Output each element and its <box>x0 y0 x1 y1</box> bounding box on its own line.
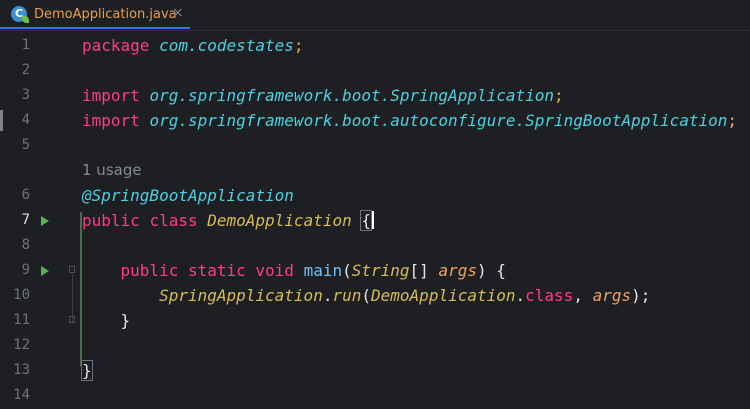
code-line[interactable]: import org.springframework.boot.autoconf… <box>82 108 737 133</box>
code-token: ; <box>727 111 738 130</box>
code-token: . <box>515 286 526 305</box>
spring-class-icon: C <box>11 6 29 23</box>
code-token: public <box>82 261 188 280</box>
code-token: [] <box>409 261 439 280</box>
code-editor[interactable]: 1 usage 1 package com.codestates; 2 3 import … <box>0 31 750 409</box>
tab-filename: DemoApplication.java <box>34 7 177 22</box>
code-token: { <box>360 210 372 231</box>
gutter-line: 12 <box>0 333 70 358</box>
gutter-line: 2 <box>0 58 70 83</box>
code-token: @SpringBootApplication <box>82 186 294 205</box>
code-token: package <box>82 36 160 55</box>
code-token: import <box>82 111 150 130</box>
gutter-line: 9 <box>0 258 75 283</box>
usage-inlay-hint[interactable]: 1 usage <box>82 158 142 183</box>
code-line[interactable]: import org.springframework.boot.SpringAp… <box>82 83 564 108</box>
code-token: ( <box>361 286 372 305</box>
gutter-line: 7 <box>0 208 70 233</box>
code-token: String <box>351 261 410 280</box>
code-token: class <box>149 211 208 230</box>
line-number: 3 <box>21 87 30 103</box>
code-token: args <box>438 261 477 280</box>
gutter-line: 10 <box>0 283 70 308</box>
gutter-line: 1 <box>0 33 70 58</box>
code-token: class <box>525 286 574 305</box>
gutter-line: 3 <box>0 83 70 108</box>
line-number: 6 <box>21 187 30 203</box>
line-number: 10 <box>13 287 30 303</box>
code-token: run <box>332 286 362 305</box>
tab-demo-application[interactable]: C DemoApplication.java × <box>0 0 190 29</box>
code-token: DemoApplication <box>207 211 362 230</box>
code-token: main <box>303 261 343 280</box>
code-token: , <box>573 286 593 305</box>
code-token: org.springframework.boot.SpringApplicati… <box>149 86 555 105</box>
line-number: 1 <box>21 37 30 53</box>
text-caret <box>372 211 374 229</box>
code-token: ( <box>342 261 352 280</box>
code-token: ); <box>631 286 651 305</box>
code-line[interactable]: package com.codestates; <box>82 33 304 58</box>
line-number: 4 <box>21 112 30 128</box>
code-token: ; <box>293 36 304 55</box>
code-token: import <box>82 86 150 105</box>
line-number: 5 <box>21 137 30 153</box>
gutter-line: 6 <box>0 183 70 208</box>
gutter-line: 13 <box>0 358 70 383</box>
line-number: 2 <box>21 62 30 78</box>
gutter-line: 8 <box>0 233 70 258</box>
code-token: ; <box>554 86 564 105</box>
line-number: 9 <box>21 262 30 278</box>
gutter-line: 11 <box>0 308 75 333</box>
fold-icon[interactable] <box>69 266 75 273</box>
gutter-line: 5 <box>0 133 70 158</box>
line-number: 13 <box>13 362 30 378</box>
code-line[interactable]: @SpringBootApplication <box>82 183 294 208</box>
spring-leaf-icon <box>22 16 29 23</box>
code-token: DemoApplication <box>371 286 516 305</box>
code-token: static <box>187 261 256 280</box>
code-token: args <box>592 286 632 305</box>
gutter-line: 14 <box>0 383 70 408</box>
gutter-line: 4 <box>0 108 70 133</box>
editor-tab-bar: C DemoApplication.java × <box>0 0 750 31</box>
close-icon[interactable]: × <box>172 5 184 21</box>
line-number: 7 <box>21 212 30 228</box>
code-line[interactable]: } <box>81 358 93 383</box>
fold-icon[interactable] <box>69 316 75 323</box>
run-icon[interactable] <box>41 216 49 226</box>
code-token: } <box>81 360 93 381</box>
line-number: 14 <box>13 387 30 403</box>
code-token: public <box>82 211 150 230</box>
code-line[interactable]: SpringApplication.run(DemoApplication.cl… <box>82 283 650 308</box>
code-token: org.springframework.boot.autoconfigure.S… <box>149 111 728 130</box>
code-line[interactable]: } <box>82 308 131 333</box>
code-token: SpringApplication <box>82 286 323 305</box>
code-line[interactable]: public static void main(String[] args) { <box>82 258 506 283</box>
code-token: ) { <box>476 261 506 280</box>
code-token: } <box>82 311 131 330</box>
line-number: 12 <box>13 337 30 353</box>
line-number: 8 <box>21 237 30 253</box>
code-token: com.codestates <box>159 36 294 55</box>
code-line[interactable]: public class DemoApplication { <box>82 208 374 233</box>
line-number: 11 <box>13 312 30 328</box>
code-token: void <box>255 261 304 280</box>
run-icon[interactable] <box>41 266 49 276</box>
